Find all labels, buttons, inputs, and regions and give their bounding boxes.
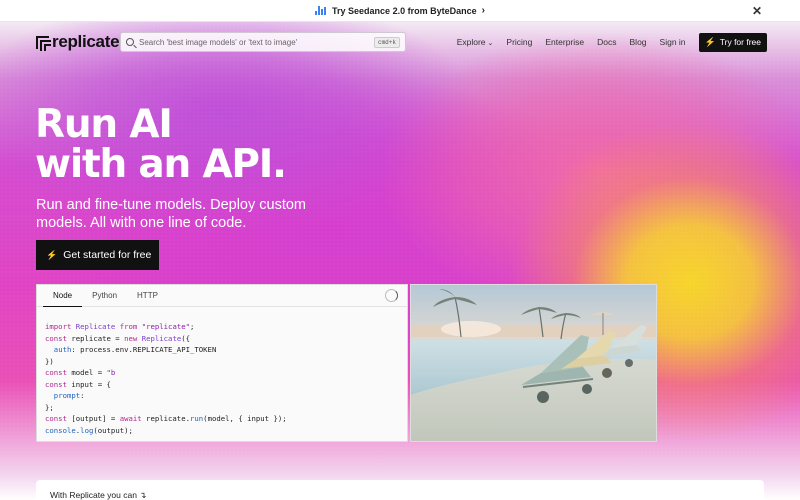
tab-python[interactable]: Python xyxy=(82,285,127,307)
try-for-free-label: Try for free xyxy=(719,37,761,47)
nav-pricing[interactable]: Pricing xyxy=(506,37,532,47)
nav-explore-label: Explore xyxy=(456,37,486,47)
top-nav: replicate Search 'best image models' or … xyxy=(36,31,767,53)
hero-title-line1: Run AI xyxy=(35,102,173,147)
code-line: }; xyxy=(45,402,54,412)
close-icon[interactable]: ✕ xyxy=(752,4,762,18)
get-started-label: Get started for free xyxy=(63,249,152,261)
code-line: const [output] = await replicate.run(mod… xyxy=(45,414,287,423)
bar-chart-icon xyxy=(315,6,327,15)
code-line: console.log(output); xyxy=(45,425,133,435)
nav-sign-in[interactable]: Sign in xyxy=(660,37,686,47)
code-line: const model = "b xyxy=(45,368,116,377)
tab-http[interactable]: HTTP xyxy=(127,285,168,307)
search-icon xyxy=(126,38,134,46)
bolt-icon: ⚡ xyxy=(46,249,58,260)
code-line: import Replicate from "replicate"; xyxy=(45,322,195,331)
nav-links: Explore ⌄ Pricing Enterprise Docs Blog Si… xyxy=(457,31,767,53)
chevron-right-icon: › xyxy=(481,5,485,16)
nav-enterprise[interactable]: Enterprise xyxy=(545,37,584,47)
loading-spinner-icon xyxy=(385,289,398,302)
logo[interactable]: replicate xyxy=(36,32,120,52)
nav-explore[interactable]: Explore ⌄ xyxy=(457,37,494,47)
features-card: With Replicate you can ↴ xyxy=(36,480,764,500)
nav-blog[interactable]: Blog xyxy=(630,37,647,47)
search-placeholder: Search 'best image models' or 'text to i… xyxy=(139,37,298,47)
features-heading: With Replicate you can xyxy=(50,490,137,500)
code-tabs: Node Python HTTP xyxy=(37,285,407,307)
try-for-free-button[interactable]: ⚡ Try for free xyxy=(698,32,767,52)
chevron-down-icon: ⌄ xyxy=(487,40,494,47)
bolt-icon: ⚡ xyxy=(704,36,716,47)
hero-title-line2: with an API. xyxy=(35,142,287,187)
get-started-button[interactable]: ⚡ Get started for free xyxy=(36,240,159,270)
search-input[interactable]: Search 'best image models' or 'text to i… xyxy=(120,32,406,52)
code-line: const replicate = new Replicate({ xyxy=(45,333,191,343)
generated-image-preview xyxy=(410,284,657,442)
logo-text: replicate xyxy=(52,32,120,51)
beach-lounge-image xyxy=(411,285,656,441)
code-line: prompt: xyxy=(53,391,85,400)
replicate-logo-icon xyxy=(36,35,51,51)
code-line: }) xyxy=(45,356,54,366)
shortcut-badge: cmd+k xyxy=(373,36,400,48)
announcement-text[interactable]: Try Seedance 2.0 from ByteDance xyxy=(332,6,477,16)
announcement-bar[interactable]: Try Seedance 2.0 from ByteDance › ✕ xyxy=(0,0,800,22)
code-line: auth: process.env.REPLICATE_API_TOKEN xyxy=(53,345,217,354)
hero-subtitle: Run and fine-tune models. Deploy custom … xyxy=(36,197,307,231)
code-line: const input = { xyxy=(45,379,111,389)
code-example-card: Node Python HTTP import Replicate from "… xyxy=(36,284,408,442)
hero-title: Run AI with an API. xyxy=(35,105,375,185)
nav-docs[interactable]: Docs xyxy=(597,37,616,47)
code-block[interactable]: import Replicate from "replicate"; const … xyxy=(37,307,407,436)
tab-node[interactable]: Node xyxy=(43,285,83,307)
arrow-down-icon: ↴ xyxy=(139,490,147,500)
